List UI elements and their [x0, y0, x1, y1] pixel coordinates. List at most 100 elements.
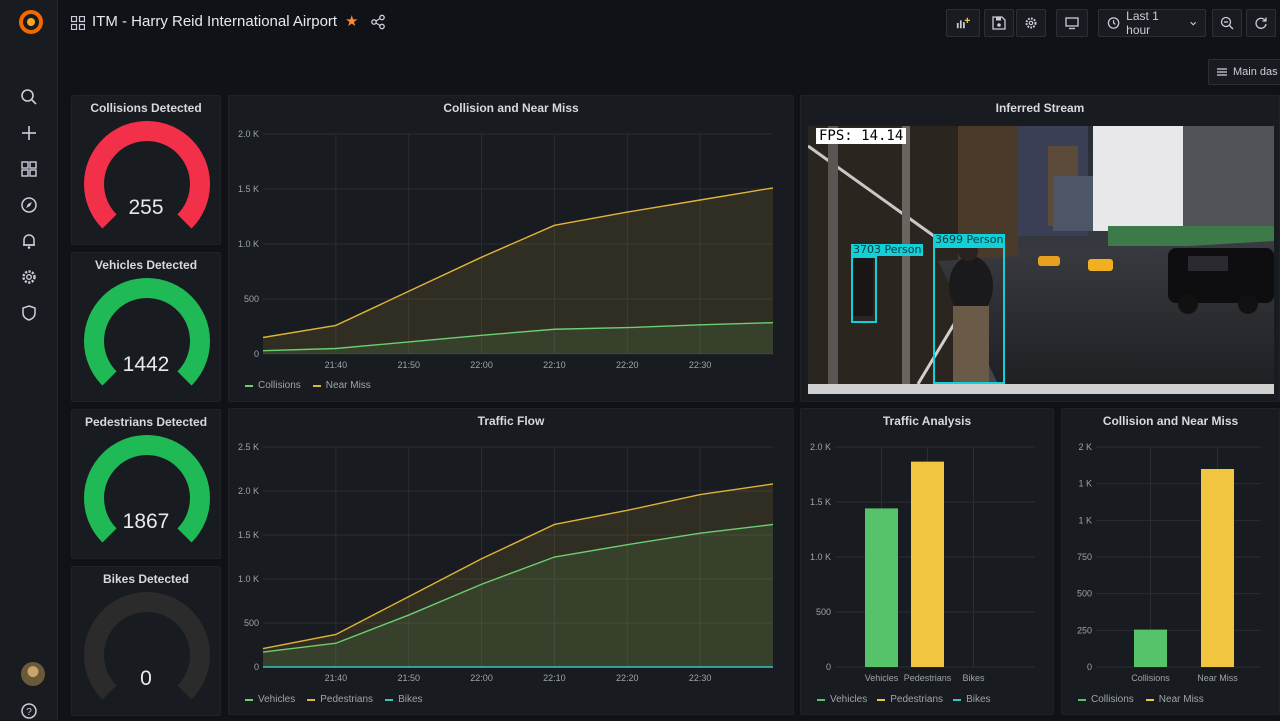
y-tick-label: 0 [254, 349, 259, 359]
gauge-panel-bikes[interactable]: Bikes Detected 0 [71, 566, 221, 716]
x-tick-label: Collisions [1131, 673, 1170, 683]
x-tick-label: 21:50 [397, 360, 420, 370]
user-avatar[interactable] [21, 662, 45, 686]
refresh-button[interactable] [1246, 9, 1276, 37]
alerting-bell-icon[interactable] [19, 231, 39, 251]
legend-item[interactable]: Collisions [245, 380, 301, 391]
detection-label: 3703 Person [851, 244, 923, 256]
explore-icon[interactable] [19, 195, 39, 215]
panel-title: Inferred Stream [801, 101, 1279, 115]
y-tick-label: 500 [816, 607, 831, 617]
bar-chart: 02505007501 K1 K2 KCollisionsNear Miss [1062, 409, 1280, 715]
zoom-out-button[interactable] [1212, 9, 1242, 37]
x-tick-label: 21:40 [325, 673, 348, 683]
y-tick-label: 750 [1077, 552, 1092, 562]
y-tick-label: 2.0 K [810, 442, 831, 452]
add-panel-button[interactable] [946, 9, 980, 37]
legend-item[interactable]: Bikes [953, 694, 990, 705]
main-dashboard-link[interactable]: Main das [1208, 59, 1280, 85]
legend-item[interactable]: Bikes [385, 694, 422, 705]
bar [911, 462, 944, 667]
x-tick-label: 22:00 [470, 360, 493, 370]
chart-legend: Vehicles Pedestrians Bikes [245, 694, 423, 705]
x-tick-label: 21:50 [397, 673, 420, 683]
clock-icon [1107, 16, 1120, 30]
dashboard-settings-button[interactable] [1016, 9, 1046, 37]
x-tick-label: 22:30 [689, 360, 712, 370]
timeseries-chart: 05001.0 K1.5 K2.0 K21:4021:5022:0022:102… [229, 96, 794, 402]
y-tick-label: 1 K [1078, 515, 1092, 525]
y-tick-label: 0 [826, 662, 831, 672]
x-tick-label: 21:40 [325, 360, 348, 370]
legend-item[interactable]: Near Miss [313, 380, 371, 391]
y-tick-label: 500 [244, 618, 259, 628]
y-tick-label: 2.5 K [238, 442, 259, 452]
chart-legend: Collisions Near Miss [245, 380, 371, 391]
x-tick-label: Pedestrians [904, 673, 952, 683]
gauge-arc [72, 96, 221, 245]
save-icon [992, 16, 1006, 30]
detection-box [851, 256, 877, 323]
refresh-icon [1254, 16, 1268, 30]
legend-item[interactable]: Pedestrians [877, 694, 943, 705]
share-icon[interactable] [370, 14, 386, 30]
gear-icon [1024, 16, 1038, 30]
gauge-value: 255 [72, 196, 220, 220]
timeseries-chart: 05001.0 K1.5 K2.0 K2.5 K21:4021:5022:002… [229, 409, 794, 715]
collision-near-miss-timeseries-panel[interactable]: Collision and Near Miss 05001.0 K1.5 K2.… [228, 95, 794, 402]
legend-item[interactable]: Pedestrians [307, 694, 373, 705]
gauge-panel-vehicles[interactable]: Vehicles Detected 1442 [71, 252, 221, 402]
y-tick-label: 1.5 K [238, 530, 259, 540]
legend-item[interactable]: Vehicles [817, 694, 867, 705]
traffic-analysis-bar-panel[interactable]: Traffic Analysis 05001.0 K1.5 K2.0 KVehi… [800, 408, 1054, 715]
detection-box [933, 246, 1005, 384]
y-tick-label: 1.0 K [810, 552, 831, 562]
y-tick-label: 250 [1077, 625, 1092, 635]
gauge-value: 1867 [72, 510, 220, 534]
gauge-value: 1442 [72, 353, 220, 377]
detection-label: 3699 Person [933, 234, 1005, 246]
save-dashboard-button[interactable] [984, 9, 1014, 37]
legend-item[interactable]: Vehicles [245, 694, 295, 705]
y-tick-label: 1.0 K [238, 239, 259, 249]
dashboard-navbar: ITM - Harry Reid International Airport ★… [58, 0, 1280, 46]
y-tick-label: 1.5 K [810, 497, 831, 507]
bar [1134, 630, 1167, 667]
y-tick-label: 0 [1087, 662, 1092, 672]
plus-icon[interactable] [19, 123, 39, 143]
chart-legend: Vehicles Pedestrians Bikes [817, 694, 991, 705]
side-menu: ? [0, 0, 58, 720]
dashboard-title[interactable]: ITM - Harry Reid International Airport [92, 13, 337, 30]
legend-item[interactable]: Near Miss [1146, 694, 1204, 705]
search-icon[interactable] [19, 87, 39, 107]
y-tick-label: 1 K [1078, 479, 1092, 489]
dashboard-grid-icon [71, 16, 85, 30]
gauge-panel-collisions[interactable]: Collisions Detected 255 [71, 95, 221, 245]
y-tick-label: 0 [254, 662, 259, 672]
y-tick-label: 500 [1077, 589, 1092, 599]
chart-legend: Collisions Near Miss [1078, 694, 1204, 705]
gauge-value: 0 [72, 667, 220, 691]
grafana-logo[interactable] [17, 8, 45, 36]
shield-icon[interactable] [19, 303, 39, 323]
star-icon[interactable]: ★ [345, 12, 358, 30]
x-tick-label: Near Miss [1197, 673, 1238, 683]
traffic-flow-timeseries-panel[interactable]: Traffic Flow 05001.0 K1.5 K2.0 K2.5 K21:… [228, 408, 794, 715]
bar [1201, 469, 1234, 667]
video-stream[interactable]: FPS: 14.14 3699 Person 3703 Person [808, 126, 1274, 394]
time-range-label: Last 1 hour [1126, 9, 1182, 37]
settings-gear-icon[interactable] [19, 267, 39, 287]
x-tick-label: 22:20 [616, 360, 639, 370]
stream-scrollbar[interactable] [808, 384, 1274, 394]
gauge-panel-pedestrians[interactable]: Pedestrians Detected 1867 [71, 409, 221, 559]
main-dashboard-label: Main das [1233, 66, 1278, 78]
collision-near-miss-bar-panel[interactable]: Collision and Near Miss 02505007501 K1 K… [1061, 408, 1280, 715]
gauge-arc [72, 410, 221, 559]
dashboards-icon[interactable] [19, 159, 39, 179]
legend-item[interactable]: Collisions [1078, 694, 1134, 705]
cycle-view-mode-button[interactable] [1056, 9, 1088, 37]
help-icon[interactable]: ? [19, 701, 39, 721]
y-tick-label: 1.0 K [238, 574, 259, 584]
time-range-picker[interactable]: Last 1 hour [1098, 9, 1206, 37]
inferred-stream-panel[interactable]: Inferred Stream [800, 95, 1280, 402]
